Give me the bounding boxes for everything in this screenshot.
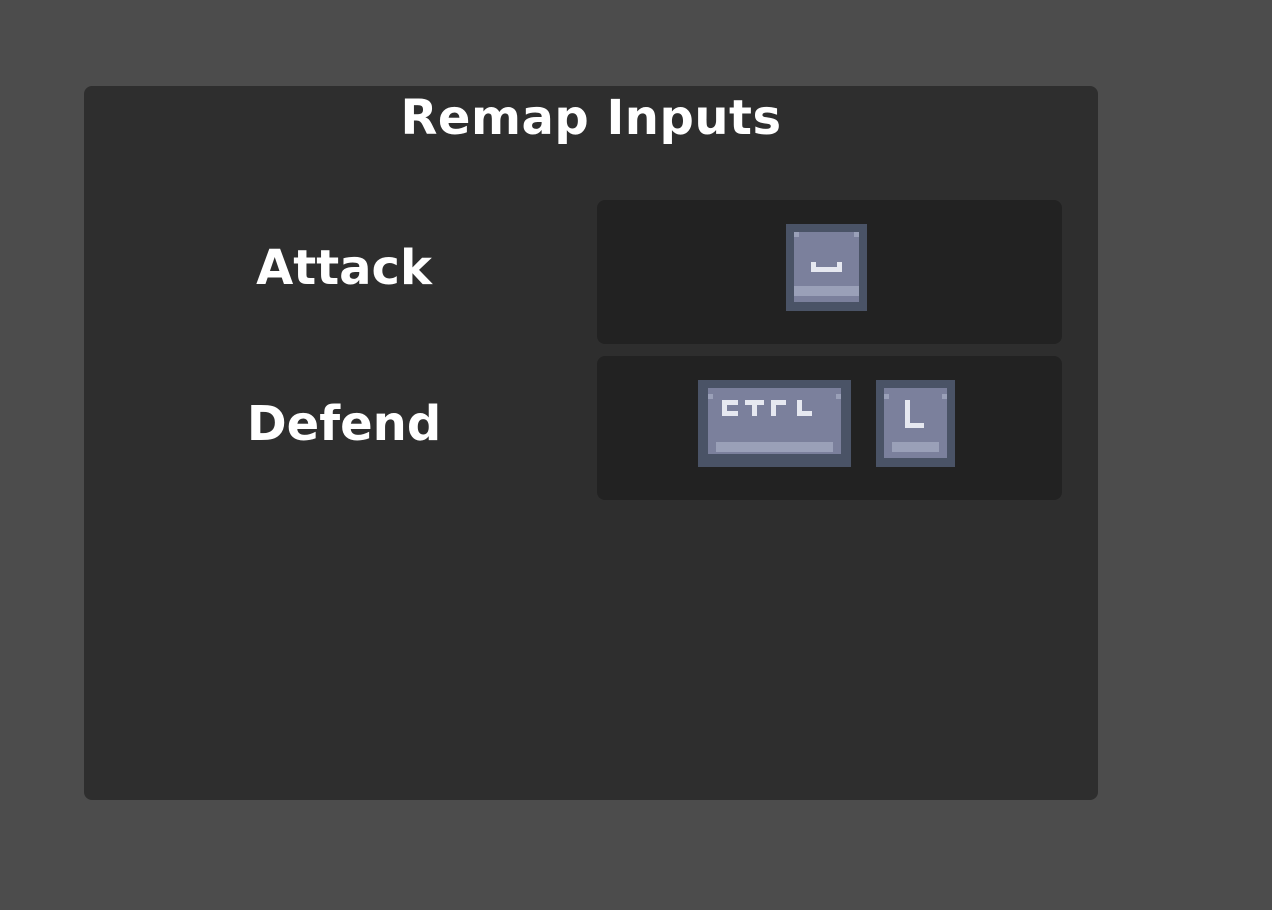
action-label-attack: Attack (256, 240, 432, 296)
binding-slot-attack[interactable] (597, 200, 1062, 344)
space-key-icon (786, 224, 867, 311)
action-label-defend: Defend (246, 396, 442, 452)
l-key-icon (876, 380, 955, 467)
ctrl-key-icon (698, 380, 851, 467)
remap-inputs-panel: Remap Inputs Attack Defend (84, 86, 1098, 800)
binding-slot-defend[interactable] (597, 356, 1062, 500)
dialog-title: Remap Inputs (400, 90, 782, 146)
